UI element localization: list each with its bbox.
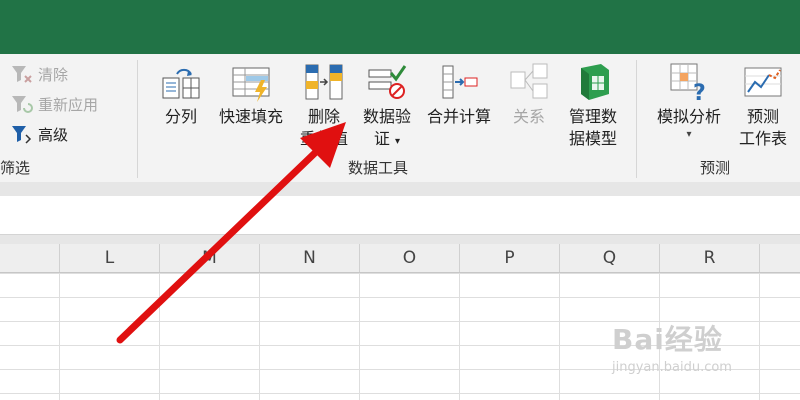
column-letter: O	[402, 248, 417, 268]
row-line	[0, 393, 800, 394]
remove-duplicates-button[interactable]: 删除 重复值	[293, 62, 355, 150]
watermark-brand: Bai经验	[612, 323, 723, 356]
relationships-label: 关系	[512, 107, 545, 126]
data-validation-label-line1: 数据验	[362, 107, 411, 126]
column-letter: P	[504, 248, 515, 268]
column-headers: K L M N O P Q R	[0, 244, 800, 273]
clear-filter-icon	[12, 66, 32, 83]
data-validation-label-text: 证	[373, 129, 390, 148]
data-validation-button[interactable]: 数据验 证 ▾	[358, 62, 416, 153]
watermark-site: jingyan.baidu.com	[612, 360, 732, 375]
forecast-sheet-label-line2: 工作表	[738, 129, 787, 148]
column-header-p[interactable]: P	[460, 244, 560, 272]
forecast-sheet-label-line1: 预测	[746, 107, 779, 126]
remove-duplicates-label-line2: 重复值	[299, 129, 348, 148]
formula-bar[interactable]	[0, 196, 800, 235]
text-to-columns-icon	[162, 68, 200, 99]
chevron-down-icon: ▾	[686, 129, 692, 140]
title-bar	[0, 0, 800, 54]
column-header-s[interactable]	[760, 244, 800, 272]
column-header-q[interactable]: Q	[560, 244, 660, 272]
reapply-filter-button[interactable]: 重新应用	[10, 92, 98, 116]
what-if-analysis-button[interactable]: ? 模拟分析 ▾	[650, 62, 728, 142]
column-letter: N	[303, 248, 316, 268]
clear-filter-button[interactable]: 清除	[10, 62, 68, 86]
what-if-analysis-label: 模拟分析	[656, 107, 721, 126]
column-letter: L	[104, 248, 115, 268]
data-model-icon	[581, 64, 609, 100]
column-header-r[interactable]: R	[660, 244, 760, 272]
sheet-gap	[0, 235, 800, 244]
manage-data-model-label-line2: 据模型	[568, 129, 617, 148]
forecast-sheet-icon	[744, 67, 782, 97]
flash-fill-label: 快速填充	[218, 107, 283, 126]
forecast-sheet-button[interactable]: 预测 工作表	[734, 62, 792, 150]
advanced-filter-icon	[12, 126, 32, 144]
advanced-filter-button[interactable]: 高级	[10, 122, 68, 146]
svg-text:?: ?	[693, 81, 706, 102]
chevron-down-icon: ▾	[395, 136, 401, 147]
column-letter: R	[703, 248, 716, 268]
column-line	[259, 273, 260, 400]
remove-duplicates-icon	[305, 64, 343, 100]
data-tools-group-label: 数据工具	[348, 159, 409, 177]
relationships-button[interactable]: 关系	[506, 62, 552, 128]
advanced-filter-label: 高级	[38, 125, 69, 144]
consolidate-button[interactable]: 合并计算	[420, 62, 498, 128]
column-letter: M	[202, 248, 217, 268]
reapply-filter-label: 重新应用	[38, 95, 99, 114]
column-line	[359, 273, 360, 400]
row-line	[0, 273, 800, 274]
column-line	[459, 273, 460, 400]
ribbon-gap	[0, 182, 800, 196]
flash-fill-icon	[232, 67, 270, 102]
forecast-group-label: 预测	[700, 159, 731, 177]
column-line	[559, 273, 560, 400]
ribbon-data-tab: 清除 重新应用 高级 筛选 分列 快速填充 删除 重复值 数据验 证 ▾ 合并计…	[0, 54, 800, 183]
column-line	[59, 273, 60, 400]
column-header-l[interactable]: L	[60, 244, 160, 272]
group-separator	[636, 60, 637, 178]
what-if-analysis-icon: ?	[670, 63, 706, 102]
clear-filter-label: 清除	[38, 65, 69, 84]
row-line	[0, 297, 800, 298]
column-line	[159, 273, 160, 400]
data-validation-label-line2: 证 ▾	[358, 128, 416, 153]
column-header-n[interactable]: N	[260, 244, 360, 272]
text-to-columns-button[interactable]: 分列	[158, 62, 204, 128]
remove-duplicates-label-line1: 删除	[307, 107, 340, 126]
consolidate-icon	[442, 65, 478, 99]
baidu-jingyan-watermark: Bai经验 jingyan.baidu.com	[612, 318, 792, 388]
column-header-k[interactable]: K	[0, 244, 60, 272]
manage-data-model-button[interactable]: 管理数 据模型	[562, 62, 624, 150]
consolidate-label: 合并计算	[426, 107, 491, 126]
sort-filter-group-label: 筛选	[0, 159, 31, 177]
text-to-columns-label: 分列	[164, 107, 197, 126]
group-separator	[137, 60, 138, 178]
manage-data-model-label-line1: 管理数	[568, 107, 617, 126]
column-header-o[interactable]: O	[360, 244, 460, 272]
data-validation-icon	[368, 65, 407, 99]
flash-fill-button[interactable]: 快速填充	[212, 62, 290, 128]
column-letter: Q	[602, 248, 617, 268]
relationships-icon	[510, 63, 548, 99]
reapply-filter-icon	[12, 96, 33, 113]
column-header-m[interactable]: M	[160, 244, 260, 272]
